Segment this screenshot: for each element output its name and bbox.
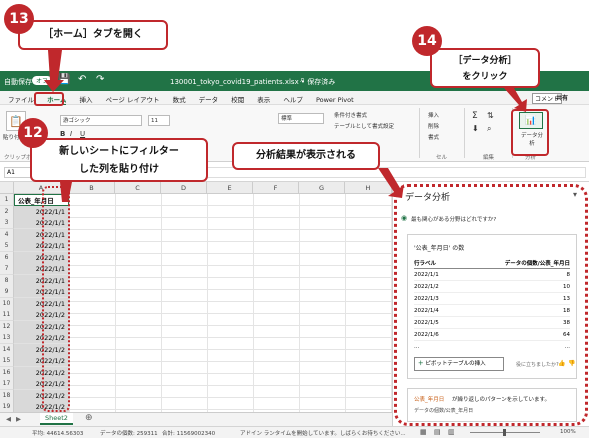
font-size-select[interactable]: 11 [148,115,170,126]
column-header[interactable]: B [69,182,115,194]
bold-icon[interactable]: B [60,130,65,138]
zoom-level: 100% [560,429,576,435]
zoom-slider-thumb[interactable] [503,429,506,436]
row-header[interactable]: 4 [0,228,14,241]
status-message: アドイン ランタイムを開始しています。しばらくお待ちください... [240,431,406,437]
callout-line: した列を貼り付け [79,164,159,175]
underline-icon[interactable]: U [80,130,85,138]
row-header[interactable]: 18 [0,389,14,402]
callout-line: 新しいシートにフィルター [59,146,179,157]
callout-result-shown: 分析結果が表示される [232,142,380,170]
fill-icon[interactable]: ⬇ [472,124,479,133]
group-edit: 編集 [483,155,495,161]
sum-icon[interactable]: Σ [472,111,478,121]
column-header[interactable]: C [115,182,161,194]
row-header[interactable]: 8 [0,274,14,287]
row-header[interactable]: 15 [0,355,14,367]
sort-filter-icon[interactable]: ⇅ [487,111,494,120]
group-cells: セル [436,155,448,161]
page-break-view-icon[interactable]: ▥ [448,428,455,436]
table-format-button[interactable]: テーブルとして書式設定 [334,122,394,130]
tab-file[interactable]: ファイル [8,94,34,104]
delete-cells-button[interactable]: 削除 [428,122,439,130]
row-header[interactable]: 2 [0,205,14,218]
select-all-corner[interactable] [0,182,14,194]
row-header[interactable]: 11 [0,309,14,321]
tab-power-pivot[interactable]: Power Pivot [316,96,354,104]
row-header[interactable]: 14 [0,343,14,356]
row-header[interactable]: 10 [0,297,14,310]
ribbon-divider [419,108,420,158]
callout-arrow [504,88,527,112]
tab-page-layout[interactable]: ページ レイアウト [106,94,160,104]
callout-arrow [60,182,72,202]
sheet-nav-right-icon[interactable]: ▶ [16,415,21,423]
tab-insert[interactable]: 挿入 [79,94,92,104]
sheet-nav-left-icon[interactable]: ◀ [6,415,11,423]
column-highlight [42,186,70,412]
conditional-format-button[interactable]: 条件付き書式 [334,111,367,119]
status-bar: 平均: 44614.56303 データの個数: 259311 合計: 11569… [0,426,589,438]
insert-cells-button[interactable]: 挿入 [428,111,439,119]
column-header[interactable]: E [207,182,253,194]
callout-open-home: ［ホーム］タブを開く [18,20,168,50]
tab-formulas[interactable]: 数式 [173,94,186,104]
status-count: データの個数: 259311 [100,431,158,437]
row-header[interactable]: 7 [0,263,14,275]
tab-data[interactable]: データ [199,94,219,104]
ribbon-divider [464,108,465,158]
row-header[interactable]: 19 [0,401,14,412]
row-header[interactable]: 9 [0,286,14,298]
tab-help[interactable]: ヘルプ [283,94,303,104]
step-badge-14: 14 [412,26,442,56]
callout-line: をクリック [462,72,508,82]
tab-view[interactable]: 表示 [257,94,270,104]
sheet-tab-sheet2[interactable]: Sheet2 [40,413,73,425]
column-header[interactable]: F [253,182,299,194]
sheet-tabs: ◀ ▶ Sheet2 ⊕ [0,412,392,426]
number-format-select[interactable]: 標準 [278,113,324,124]
row-header[interactable]: 6 [0,251,14,264]
step-badge-13: 13 [4,4,34,34]
analyze-button-highlight [511,109,549,156]
row-header[interactable]: 17 [0,378,14,390]
callout-click-analysis: ［データ分析］ をクリック [430,48,540,88]
status-average: 平均: 44614.56303 [32,431,84,437]
callout-arrow [44,50,64,92]
row-header[interactable]: 1 [0,194,14,206]
undo-icon[interactable]: ↶ [78,74,86,85]
autosave-label: 自動保存 [4,78,32,86]
row-header[interactable]: 13 [0,332,14,344]
font-name-select[interactable]: 游ゴシック [60,115,142,126]
row-header[interactable]: 5 [0,240,14,252]
column-header[interactable]: G [299,182,345,194]
redo-icon[interactable]: ↷ [96,74,104,85]
callout-paste-column: 新しいシートにフィルター した列を貼り付け [30,138,208,182]
row-header[interactable]: 3 [0,217,14,229]
row-header[interactable]: 16 [0,366,14,379]
italic-icon[interactable]: I [70,130,72,138]
page-layout-view-icon[interactable]: ▤ [434,428,441,436]
find-icon[interactable]: ⌕ [487,124,491,134]
format-cells-button[interactable]: 書式 [428,133,439,141]
search-icon[interactable]: ⌕ [300,75,305,85]
callout-line: ［データ分析］ [453,56,517,66]
pane-highlight [394,184,588,426]
column-header[interactable]: D [161,182,207,194]
tab-review[interactable]: 校閲 [231,94,244,104]
step-badge-12: 12 [18,118,48,148]
grid-lines [14,194,392,412]
window-title: 130001_tokyo_covid19_patients.xlsx • 保存済… [170,78,336,86]
normal-view-icon[interactable]: ▦ [420,428,427,436]
status-sum: 合計: 11569002340 [162,431,216,437]
callout-arrow [378,168,404,198]
share-button[interactable]: 共有 [556,93,568,102]
row-header[interactable]: 12 [0,320,14,333]
add-sheet-icon[interactable]: ⊕ [85,413,93,423]
home-tab-highlight [34,92,64,106]
